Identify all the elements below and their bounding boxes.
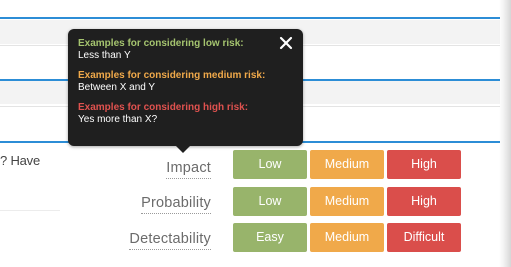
probability-low-button[interactable]: Low <box>233 187 307 216</box>
risk-examples-tooltip: Examples for considering low risk: Less … <box>68 29 303 146</box>
tooltip-medium-value: Between X and Y <box>78 82 156 93</box>
tooltip-low-heading: Examples for considering low risk: <box>78 38 244 49</box>
impact-high-button[interactable]: High <box>387 150 461 179</box>
probability-medium-button[interactable]: Medium <box>310 187 384 216</box>
detectability-easy-button[interactable]: Easy <box>233 223 307 252</box>
detectability-medium-button[interactable]: Medium <box>310 223 384 252</box>
criterion-label-probability: Probability <box>141 195 211 214</box>
row-divider <box>0 210 60 211</box>
risk-assessment-page: ? Have Impact Probability Detectability … <box>0 0 511 267</box>
question-text: ? Have <box>0 153 40 168</box>
tooltip-medium-heading: Examples for considering medium risk: <box>78 70 266 81</box>
detectability-difficult-button[interactable]: Difficult <box>387 223 461 252</box>
window-edge-shadow <box>499 0 511 267</box>
probability-high-button[interactable]: High <box>387 187 461 216</box>
close-icon[interactable] <box>278 35 294 51</box>
tooltip-high-heading: Examples for considering high risk: <box>78 102 249 113</box>
impact-medium-button[interactable]: Medium <box>310 150 384 179</box>
impact-low-button[interactable]: Low <box>233 150 307 179</box>
section-divider <box>0 17 500 19</box>
criterion-label-impact: Impact <box>166 160 211 179</box>
tooltip-arrow <box>176 146 190 153</box>
tooltip-low-value: Less than Y <box>78 50 131 61</box>
tooltip-high-value: Yes more than X? <box>78 114 158 125</box>
criterion-label-detectability: Detectability <box>129 231 211 250</box>
